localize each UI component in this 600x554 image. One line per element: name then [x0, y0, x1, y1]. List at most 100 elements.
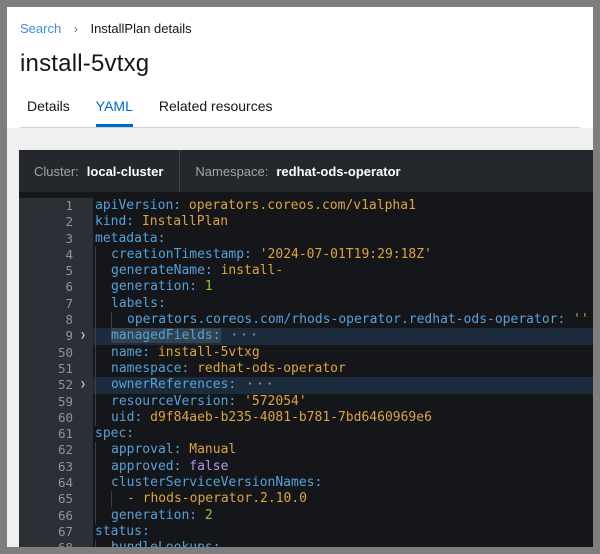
yaml-line-65[interactable]: 65 - rhods-operator.2.10.0	[19, 491, 593, 508]
line-number: 67	[57, 523, 73, 539]
tab-yaml-label: YAML	[95, 92, 133, 127]
yaml-line-5[interactable]: 5 generateName: install-	[19, 263, 593, 280]
indent-guide	[95, 295, 111, 313]
line-content: namespace: redhat-ods-operator	[93, 360, 593, 378]
line-number: 7	[65, 295, 73, 311]
indent-guide	[95, 475, 111, 492]
token-key: operators.coreos.com/rhods-operator.redh…	[127, 312, 566, 328]
indent-guide	[95, 458, 111, 476]
yaml-code[interactable]: 1 apiVersion: operators.coreos.com/v1alph…	[19, 192, 593, 547]
gutter: 60	[19, 409, 93, 427]
gutter: 67	[19, 523, 93, 541]
cluster-label: Cluster:	[34, 163, 79, 179]
token-key: approval:	[111, 442, 182, 458]
line-number: 65	[57, 491, 73, 507]
line-number: 6	[65, 279, 73, 295]
cluster-value: local-cluster	[86, 163, 164, 179]
indent-guide	[95, 393, 111, 410]
yaml-line-59[interactable]: 59 resourceVersion: '572054'	[19, 393, 593, 410]
gutter: 5	[19, 263, 93, 280]
breadcrumb-link-search[interactable]: Search	[20, 21, 61, 36]
tab-related-resources[interactable]: Related resources	[146, 92, 286, 127]
screenshot-frame: Search › InstallPlan details install-5vt…	[0, 0, 600, 554]
indent-guide	[95, 328, 111, 345]
yaml-line-64[interactable]: 64 clusterServiceVersionNames:	[19, 475, 593, 492]
tab-content: Cluster: local-cluster Namespace: redhat…	[7, 128, 593, 547]
yaml-line-60[interactable]: 60 uid: d9f84aeb-b235-4081-b781-7bd646096…	[19, 409, 593, 427]
breadcrumb-separator-icon: ›	[73, 22, 78, 36]
yaml-line-1[interactable]: 1 apiVersion: operators.coreos.com/v1alph…	[19, 198, 593, 215]
fold-slot	[73, 459, 93, 475]
token-key: generation:	[111, 279, 198, 295]
gutter: 63	[19, 458, 93, 476]
fold-chevron-icon[interactable]: ❯	[73, 377, 93, 393]
gutter: 8	[19, 312, 93, 329]
fold-slot	[73, 442, 93, 458]
yaml-line-8[interactable]: 8 operators.coreos.com/rhods-operator.red…	[19, 312, 593, 329]
yaml-line-68[interactable]: 68 bundleLookups:	[19, 540, 593, 547]
fold-slot	[73, 263, 93, 279]
yaml-line-9[interactable]: 9 ❯ managedFields: ···	[19, 328, 593, 345]
namespace-value: redhat-ods-operator	[276, 163, 401, 179]
yaml-line-7[interactable]: 7 labels:	[19, 295, 593, 313]
yaml-line-4[interactable]: 4 creationTimestamp: '2024-07-01T19:29:18…	[19, 246, 593, 264]
line-content: generation: 2	[93, 507, 593, 524]
token-key: ownerReferences:	[111, 377, 237, 393]
tab-details[interactable]: Details	[20, 92, 83, 127]
gutter: 2	[19, 214, 93, 231]
yaml-line-3[interactable]: 3 metadata:	[19, 230, 593, 247]
fold-slot	[73, 296, 93, 312]
fold-slot	[73, 279, 93, 295]
yaml-line-51[interactable]: 51 namespace: redhat-ods-operator	[19, 360, 593, 378]
line-number: 2	[65, 214, 73, 230]
indent-guide	[95, 442, 111, 459]
fold-chevron-icon[interactable]: ❯	[73, 328, 93, 344]
token-ellipsis: ···	[220, 328, 260, 344]
editor-topbar: Cluster: local-cluster Namespace: redhat…	[19, 150, 593, 192]
page: Search › InstallPlan details install-5vt…	[7, 7, 593, 547]
gutter: 7	[19, 295, 93, 313]
yaml-line-62[interactable]: 62 approval: Manual	[19, 442, 593, 459]
fold-slot	[73, 312, 93, 328]
token-str: redhat-ods-operator	[197, 360, 346, 376]
yaml-line-6[interactable]: 6 generation: 1	[19, 279, 593, 296]
yaml-line-2[interactable]: 2 kind: InstallPlan	[19, 214, 593, 231]
line-number: 4	[65, 246, 73, 262]
line-content: creationTimestamp: '2024-07-01T19:29:18Z…	[93, 246, 593, 264]
line-number: 51	[57, 360, 73, 376]
gutter: 6	[19, 279, 93, 296]
token-key: status:	[95, 523, 150, 539]
gutter: 1	[19, 198, 93, 215]
yaml-line-52[interactable]: 52 ❯ ownerReferences: ···	[19, 377, 593, 394]
line-number: 5	[65, 263, 73, 279]
indent-guide	[95, 246, 111, 264]
fold-slot	[73, 198, 93, 214]
line-content: apiVersion: operators.coreos.com/v1alpha…	[93, 198, 593, 214]
yaml-line-67[interactable]: 67 status:	[19, 523, 593, 541]
line-number: 1	[65, 198, 73, 213]
tab-bar: Details YAML Related resources	[20, 92, 580, 128]
fold-slot	[73, 214, 93, 230]
token-num: 2	[204, 507, 213, 523]
line-content: clusterServiceVersionNames:	[93, 475, 593, 492]
token-key: creationTimestamp:	[111, 246, 252, 262]
token-key: approved:	[111, 458, 182, 474]
token-str: Manual	[189, 442, 237, 458]
yaml-line-66[interactable]: 66 generation: 2	[19, 507, 593, 524]
indent-guide	[95, 409, 111, 427]
yaml-editor[interactable]: Cluster: local-cluster Namespace: redhat…	[19, 150, 593, 547]
breadcrumb-current: InstallPlan details	[90, 21, 192, 36]
line-number: 61	[57, 426, 73, 442]
gutter: 61	[19, 426, 93, 443]
token-str: ''	[573, 312, 589, 328]
yaml-line-50[interactable]: 50 name: install-5vtxg	[19, 344, 593, 361]
tab-yaml[interactable]: YAML	[83, 92, 146, 127]
line-content: approval: Manual	[93, 442, 593, 459]
yaml-line-61[interactable]: 61 spec:	[19, 426, 593, 443]
yaml-line-63[interactable]: 63 approved: false	[19, 458, 593, 476]
token-key: kind:	[95, 214, 135, 230]
